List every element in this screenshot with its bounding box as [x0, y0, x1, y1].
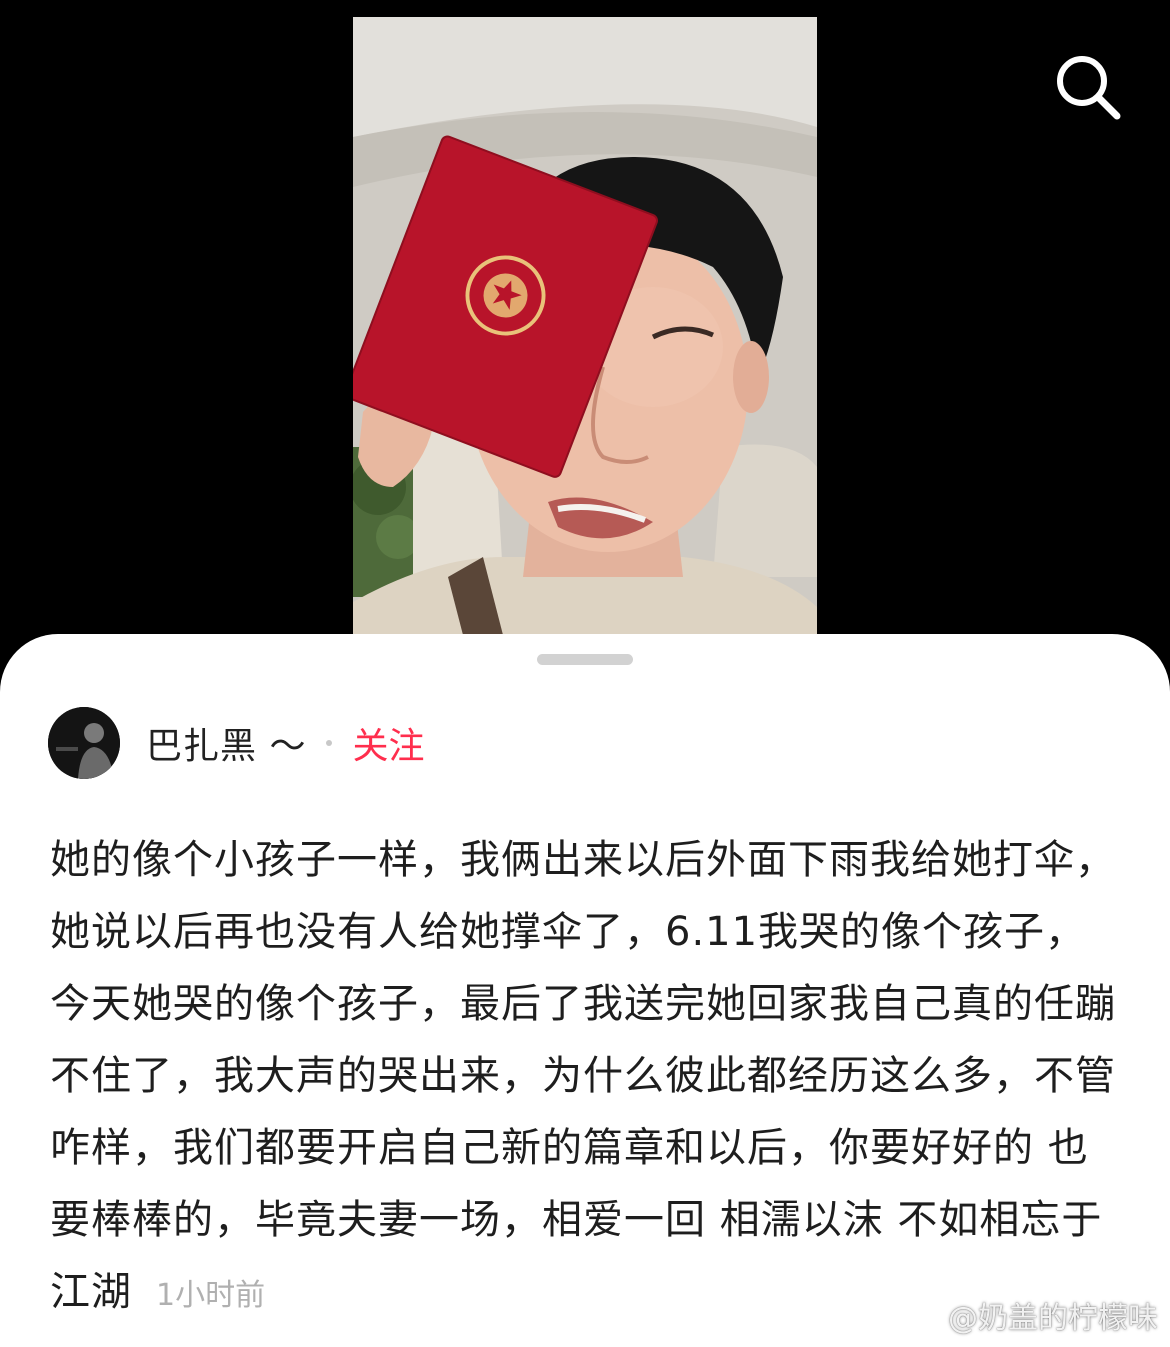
avatar-image	[48, 707, 120, 779]
author-name[interactable]: 巴扎黑 ～	[146, 717, 306, 769]
weibo-icon	[898, 1301, 940, 1332]
post-time: 1小时前	[156, 1278, 266, 1313]
post-body: 她的像个小孩子一样，我俩出来以后外面下雨我给她打伞，她说以后再也没有人给她撑伞了…	[50, 824, 1125, 1332]
post-text: 她的像个小孩子一样，我俩出来以后外面下雨我给她打伞，她说以后再也没有人给她撑伞了…	[50, 837, 1116, 1315]
search-button[interactable]	[1054, 53, 1122, 121]
search-icon	[1057, 56, 1121, 120]
separator-dot	[326, 740, 333, 746]
drag-handle[interactable]	[537, 654, 633, 665]
video-frame[interactable]	[353, 17, 817, 635]
comment-sheet: 巴扎黑 ～ 关注 她的像个小孩子一样，我俩出来以后外面下雨我给她打伞，她说以后再…	[0, 634, 1170, 1347]
video-area[interactable]	[0, 0, 1170, 640]
follow-button[interactable]: 关注	[352, 717, 424, 769]
video-still	[353, 17, 817, 635]
watermark: @奶盖的柠檬味	[898, 1293, 1158, 1337]
watermark-text: @奶盖的柠檬味	[948, 1301, 1158, 1336]
avatar[interactable]	[48, 707, 120, 779]
author-row: 巴扎黑 ～ 关注	[48, 707, 424, 779]
